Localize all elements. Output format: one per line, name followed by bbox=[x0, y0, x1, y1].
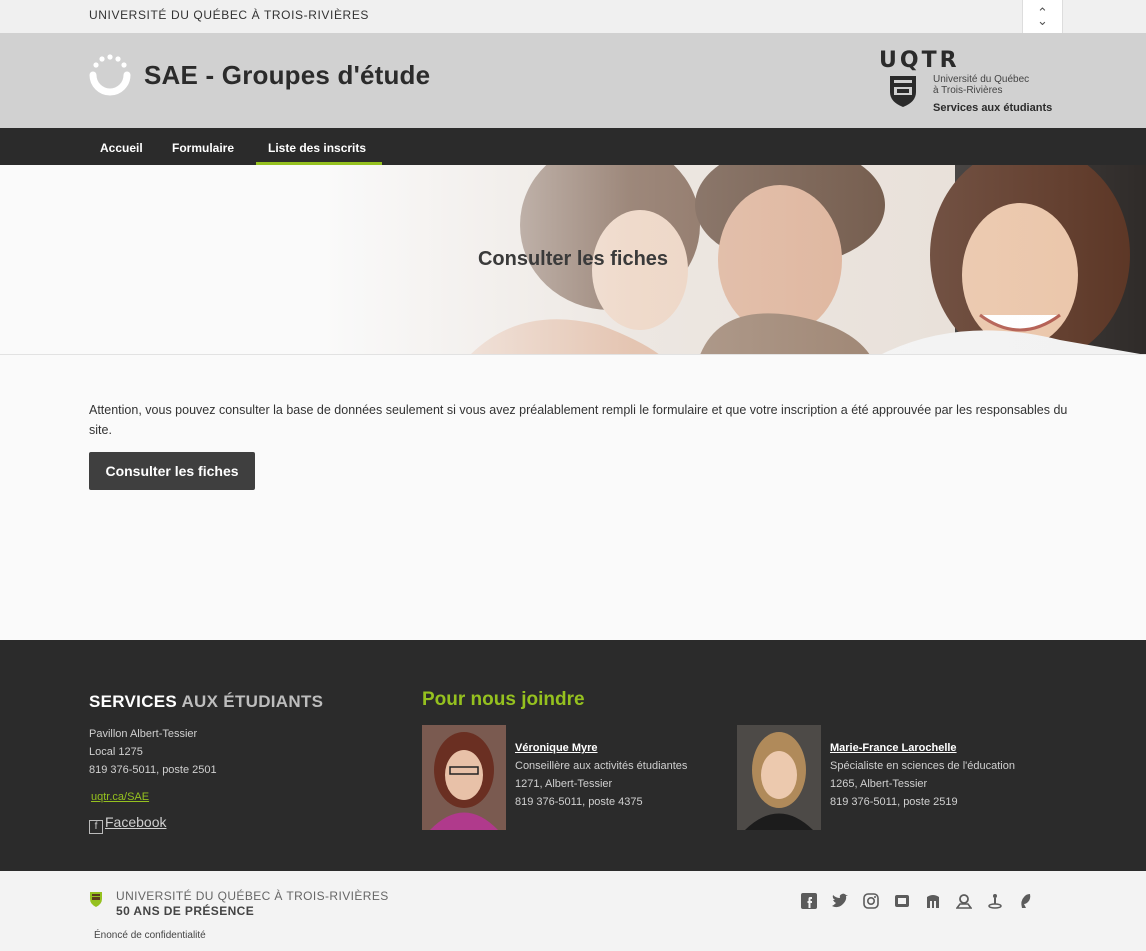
footer-sae-bold: SERVICES bbox=[89, 692, 178, 711]
site-title[interactable]: SAE - Groupes d'étude bbox=[144, 60, 430, 91]
bottom-bar: UNIVERSITÉ DU QUÉBEC À TROIS-RIVIÈRES 50… bbox=[0, 871, 1146, 951]
footer-address: Pavillon Albert-Tessier Local 1275 819 3… bbox=[89, 725, 217, 779]
social-links bbox=[800, 892, 1035, 910]
hero-banner: Consulter les fiches bbox=[0, 165, 1146, 355]
contact-phone: 819 376-5011, poste 4375 bbox=[515, 796, 643, 808]
footer: SERVICES AUX ÉTUDIANTS Pavillon Albert-T… bbox=[0, 640, 1146, 871]
uqtr-line-3: Services aux étudiants bbox=[933, 102, 1053, 114]
uqtr-line-2: à Trois-Rivières bbox=[933, 85, 1003, 96]
uqtr-wordmark: UQTR bbox=[879, 48, 960, 73]
contact-info: Véronique Myre Conseillère aux activités… bbox=[515, 739, 687, 811]
address-building: Pavillon Albert-Tessier bbox=[89, 728, 198, 740]
map-icon[interactable] bbox=[955, 892, 973, 910]
nav-item-formulaire[interactable]: Formulaire bbox=[172, 141, 234, 155]
privacy-link[interactable]: Énoncé de confidentialité bbox=[94, 930, 206, 941]
contact-phone: 819 376-5011, poste 2519 bbox=[830, 796, 958, 808]
instagram-icon[interactable] bbox=[862, 892, 880, 910]
youtube-icon[interactable] bbox=[893, 892, 911, 910]
footer-sae-title: SERVICES AUX ÉTUDIANTS bbox=[89, 692, 323, 712]
uqtr-logo[interactable]: UQTR Université du Québec à Trois-Rivièr… bbox=[876, 46, 1076, 121]
chevron-down-icon: ⌄ bbox=[1037, 12, 1048, 28]
contact-role: Spécialiste en sciences de l'éducation bbox=[830, 760, 1015, 772]
footer-sae-light: AUX ÉTUDIANTS bbox=[181, 692, 324, 711]
sae-logo-icon[interactable] bbox=[87, 53, 133, 99]
contact-name-link[interactable]: Véronique Myre bbox=[515, 739, 687, 757]
sustainability-icon[interactable] bbox=[1017, 892, 1035, 910]
library-icon[interactable] bbox=[924, 892, 942, 910]
university-topbar: UNIVERSITÉ DU QUÉBEC À TROIS-RIVIÈRES ⌃ … bbox=[0, 0, 1146, 33]
contact-title: Pour nous joindre bbox=[422, 689, 585, 710]
facebook-icon: f bbox=[89, 820, 103, 834]
sae-website-link[interactable]: uqtr.ca/SAE bbox=[91, 791, 149, 803]
facebook-link-label: Facebook bbox=[105, 814, 167, 830]
university-name: UNIVERSITÉ DU QUÉBEC À TROIS-RIVIÈRES bbox=[89, 8, 370, 22]
contact-photo bbox=[422, 725, 506, 830]
contact-role: Conseillère aux activités étudiantes bbox=[515, 760, 688, 772]
contact-name-link[interactable]: Marie-France Larochelle bbox=[830, 739, 1015, 757]
hero-title: Consulter les fiches bbox=[477, 248, 669, 270]
uqtr-shield-icon bbox=[890, 76, 916, 107]
address-room: Local 1275 bbox=[89, 746, 143, 758]
facebook-icon[interactable] bbox=[800, 892, 818, 910]
location-icon[interactable] bbox=[986, 892, 1004, 910]
contact-office: 1271, Albert-Tessier bbox=[515, 778, 613, 790]
nav-item-accueil[interactable]: Accueil bbox=[100, 141, 143, 155]
uqtr-line-1: Université du Québec bbox=[933, 74, 1030, 85]
address-phone: 819 376-5011, poste 2501 bbox=[89, 764, 217, 776]
uqtr-shield-icon[interactable] bbox=[89, 891, 103, 908]
anniversary-label: 50 ANS DE PRÉSENCE bbox=[116, 904, 255, 918]
main-nav: Accueil Formulaire Liste des inscrits bbox=[0, 128, 1146, 165]
bottom-university-name[interactable]: UNIVERSITÉ DU QUÉBEC À TROIS-RIVIÈRES bbox=[116, 889, 389, 903]
contact-photo bbox=[737, 725, 821, 830]
access-notice: Attention, vous pouvez consulter la base… bbox=[89, 403, 1068, 437]
twitter-icon[interactable] bbox=[831, 892, 849, 910]
facebook-link[interactable]: f Facebook bbox=[89, 814, 166, 834]
nav-item-liste-des-inscrits[interactable]: Liste des inscrits bbox=[268, 141, 366, 155]
site-selector-toggle[interactable]: ⌃ ⌄ bbox=[1022, 0, 1063, 33]
consult-records-button[interactable]: Consulter les fiches bbox=[89, 452, 255, 490]
contact-info: Marie-France Larochelle Spécialiste en s… bbox=[830, 739, 1015, 811]
contact-office: 1265, Albert-Tessier bbox=[830, 778, 928, 790]
